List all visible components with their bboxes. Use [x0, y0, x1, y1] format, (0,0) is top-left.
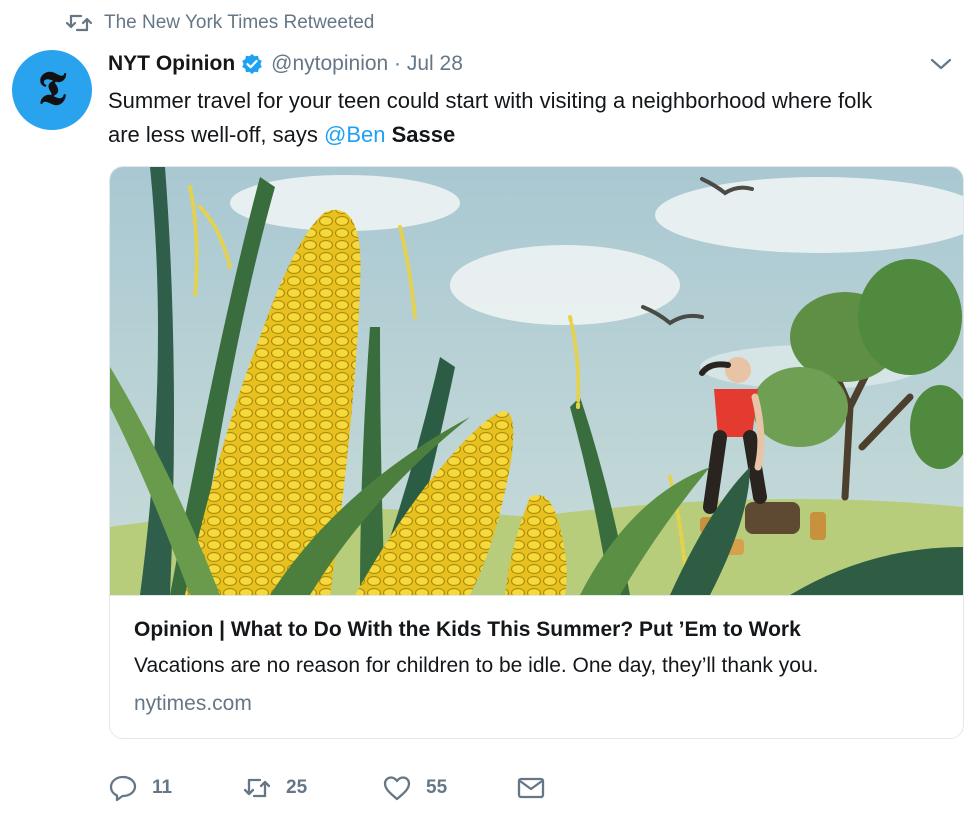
card-body[interactable]: Opinion | What to Do With the Kids This …: [110, 595, 963, 738]
bold-word: Sasse: [391, 122, 456, 147]
like-count: 55: [426, 777, 448, 798]
card-domain: nytimes.com: [134, 692, 252, 715]
tweet-text-line-2-prefix: are less well-off, says: [108, 122, 325, 147]
reply-count: 11: [152, 777, 173, 798]
tweet-actions: 11 25 55: [108, 770, 568, 806]
author-name[interactable]: NYT Opinion: [108, 52, 235, 76]
retweet-icon: [66, 14, 92, 32]
tweet-text-line-1: Summer travel for your teen could start …: [108, 88, 873, 113]
verified-badge-icon: [242, 54, 262, 74]
retweet-context-label: The New York Times Retweeted: [104, 12, 375, 33]
reply-button[interactable]: 11: [108, 770, 172, 806]
card-illustration[interactable]: [110, 167, 963, 595]
retweet-icon: [243, 778, 271, 798]
reply-icon: [109, 775, 137, 802]
tweet-header: NYT Opinion @nytopinion · Jul 28: [108, 48, 960, 80]
envelope-icon: [517, 777, 545, 799]
chevron-down-icon[interactable]: [928, 54, 954, 74]
heart-icon: [383, 776, 411, 801]
retweet-context[interactable]: The New York Times Retweeted: [66, 10, 374, 36]
retweet-button[interactable]: 25: [242, 770, 307, 806]
card-title[interactable]: Opinion | What to Do With the Kids This …: [134, 618, 801, 642]
link-card[interactable]: Opinion | What to Do With the Kids This …: [109, 166, 964, 739]
card-description: Vacations are no reason for children to …: [134, 654, 819, 677]
like-button[interactable]: 55: [382, 770, 447, 806]
direct-message-button[interactable]: [516, 770, 546, 806]
avatar[interactable]: 𝕿: [12, 50, 92, 130]
tweet-text: Summer travel for your teen could start …: [108, 84, 968, 152]
retweet-count: 25: [286, 777, 308, 798]
handle-and-date[interactable]: @nytopinion · Jul 28: [271, 52, 463, 76]
tweet-text-line-2: are less well-off, says @Ben Sasse: [108, 118, 968, 152]
mention-link[interactable]: @Ben: [324, 122, 385, 147]
nyt-logo: 𝕿: [37, 61, 67, 115]
